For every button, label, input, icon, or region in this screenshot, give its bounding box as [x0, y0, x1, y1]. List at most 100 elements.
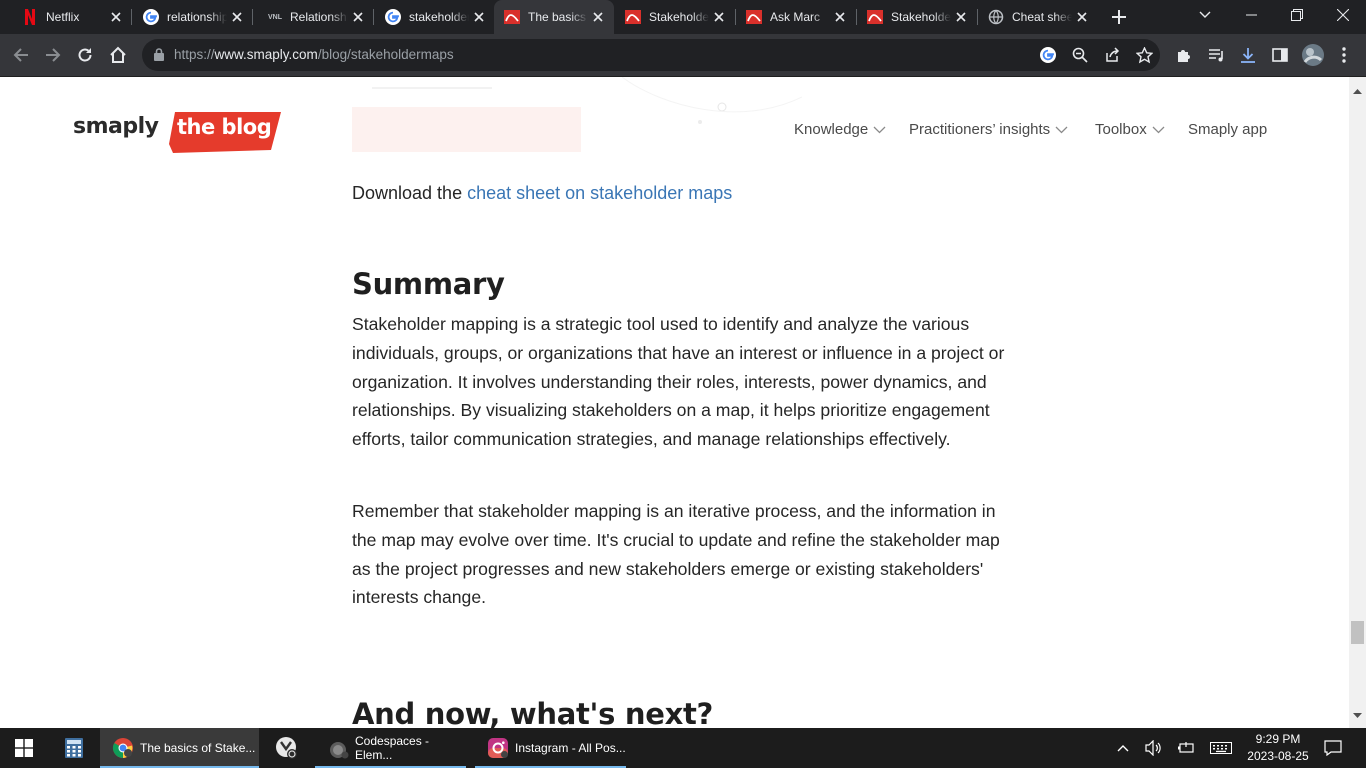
google-lens-icon[interactable]: [1038, 45, 1058, 65]
nav-practitioners-insights[interactable]: Practitioners’ insights: [909, 121, 1068, 138]
tab-stakeholder-search[interactable]: stakeholder: [375, 0, 495, 34]
smaply-icon: [746, 9, 762, 25]
browser-toolbar: https://www.smaply.com/blog/stakeholderm…: [0, 34, 1366, 77]
chevron-down-icon: [1055, 126, 1068, 134]
tab-divider: [131, 9, 132, 25]
windows-logo-icon: [15, 739, 33, 757]
lock-icon[interactable]: [154, 48, 164, 66]
nav-toolbox-label: Toolbox: [1095, 121, 1147, 138]
zoom-icon[interactable]: [1070, 45, 1090, 65]
close-tab-icon[interactable]: [348, 7, 368, 27]
system-clock[interactable]: 9:29 PM 2023-08-25: [1240, 731, 1316, 765]
taskbar-codespaces-label: Codespaces - Elem...: [355, 734, 430, 762]
nav-practitioners-label: Practitioners’ insights: [909, 121, 1051, 138]
page-scrollbar[interactable]: [1349, 77, 1366, 728]
forward-arrow-icon[interactable]: [38, 40, 68, 70]
calculator-app[interactable]: [50, 728, 98, 768]
url-text[interactable]: https://www.smaply.com/blog/stakeholderm…: [174, 47, 454, 62]
tab-relationship[interactable]: relationship: [133, 0, 253, 34]
new-tab-plus-icon[interactable]: [1107, 5, 1131, 29]
tab-label: stakeholder: [409, 10, 469, 24]
nav-knowledge-label: Knowledge: [794, 121, 869, 138]
side-panel-icon[interactable]: [1270, 45, 1290, 65]
extensions-puzzle-icon[interactable]: [1174, 45, 1194, 65]
tab-search-chevron-icon[interactable]: [1182, 0, 1228, 30]
tab-ask-marc[interactable]: Ask Marc: [736, 0, 856, 34]
nav-smaply-app[interactable]: Smaply app: [1188, 121, 1267, 138]
reload-icon[interactable]: [70, 40, 100, 70]
media-control-icon[interactable]: [1206, 45, 1226, 65]
close-tab-icon[interactable]: [830, 7, 850, 27]
close-tab-icon[interactable]: [951, 7, 971, 27]
volume-icon[interactable]: [1140, 728, 1168, 768]
profile-avatar[interactable]: [1301, 43, 1325, 67]
app-badge-icon: [276, 737, 297, 759]
battery-icon[interactable]: [1172, 728, 1200, 768]
tab-divider: [373, 9, 374, 25]
close-tab-icon[interactable]: [106, 7, 126, 27]
nav-knowledge[interactable]: Knowledge: [794, 121, 886, 138]
taskbar-app-generic[interactable]: [261, 728, 313, 768]
tab-stakeholder-2[interactable]: Stakeholder: [857, 0, 977, 34]
keyboard-icon[interactable]: [1206, 728, 1236, 768]
share-icon[interactable]: [1102, 45, 1122, 65]
start-button[interactable]: [0, 728, 48, 768]
clock-time: 9:29 PM: [1255, 732, 1301, 746]
bookmark-star-icon[interactable]: [1134, 45, 1154, 65]
tab-cheat-sheet[interactable]: Cheat sheet: [978, 0, 1098, 34]
close-tab-icon[interactable]: [469, 7, 489, 27]
nav-toolbox[interactable]: Toolbox: [1095, 121, 1165, 138]
tab-label: Stakeholder: [891, 10, 951, 24]
clock-date: 2023-08-25: [1247, 749, 1309, 763]
taskbar-chrome-window[interactable]: The basics of Stake...: [100, 728, 259, 768]
scroll-down-arrow-icon[interactable]: [1353, 706, 1362, 724]
back-arrow-icon[interactable]: [6, 40, 36, 70]
tab-divider: [252, 9, 253, 25]
chrome-menu-kebab-icon[interactable]: [1334, 45, 1354, 65]
scrollbar-thumb[interactable]: [1351, 621, 1364, 644]
stakeholder-map-preview-image[interactable]: [621, 77, 803, 147]
tab-label: Relationship: [290, 10, 348, 24]
taskbar-codespaces-window[interactable]: Codespaces - Elem...: [315, 728, 466, 768]
chrome-icon: [112, 737, 134, 759]
close-tab-icon[interactable]: [1072, 7, 1092, 27]
restore-window-icon[interactable]: [1274, 0, 1320, 30]
show-hidden-icons-chevron-icon[interactable]: [1110, 728, 1136, 768]
smaply-icon: [504, 9, 520, 25]
logo-word: smaply: [73, 114, 159, 139]
close-tab-icon[interactable]: [709, 7, 729, 27]
logo-badge-text: the blog: [177, 115, 272, 139]
vnl-icon: VNL: [268, 13, 282, 21]
tab-relationship-vnl[interactable]: VNL Relationship: [254, 0, 374, 34]
tab-the-basics-active[interactable]: The basics: [494, 0, 614, 34]
notifications-icon[interactable]: [1318, 728, 1348, 768]
tab-label: Netflix: [46, 10, 80, 24]
summary-paragraph-2: Remember that stakeholder mapping is an …: [352, 501, 1000, 608]
url-path: /blog/stakeholdermaps: [317, 47, 454, 62]
tab-label: Stakeholder: [649, 10, 709, 24]
address-bar[interactable]: https://www.smaply.com/blog/stakeholderm…: [142, 39, 1160, 71]
url-scheme: https://: [174, 47, 215, 62]
cheat-sheet-preview-image[interactable]: [352, 77, 581, 152]
scroll-up-arrow-icon[interactable]: [1353, 81, 1362, 99]
tab-stakeholder-1[interactable]: Stakeholder: [615, 0, 735, 34]
taskbar-instagram-window[interactable]: Instagram - All Pos...: [475, 728, 626, 768]
instagram-icon: [487, 737, 509, 759]
summary-paragraph-1: Stakeholder mapping is a strategic tool …: [352, 314, 1005, 450]
minimize-icon[interactable]: [1228, 0, 1274, 30]
download-prefix-text: Download the: [352, 183, 468, 203]
close-tab-icon[interactable]: [588, 7, 608, 27]
download-icon[interactable]: [1238, 45, 1258, 65]
close-window-icon[interactable]: [1320, 0, 1366, 30]
smaply-icon: [867, 9, 883, 25]
tab-label: Ask Marc: [770, 10, 821, 24]
home-icon[interactable]: [103, 40, 133, 70]
smaply-icon: [625, 9, 641, 25]
whats-next-heading: And now, what's next?: [352, 697, 714, 728]
tab-label: The basics: [528, 10, 587, 24]
calculator-icon: [65, 738, 83, 758]
cheat-sheet-link[interactable]: cheat sheet on stakeholder maps: [467, 183, 732, 203]
tab-netflix[interactable]: Netflix: [12, 0, 132, 34]
close-tab-icon[interactable]: [227, 7, 247, 27]
netflix-icon: [22, 9, 38, 25]
